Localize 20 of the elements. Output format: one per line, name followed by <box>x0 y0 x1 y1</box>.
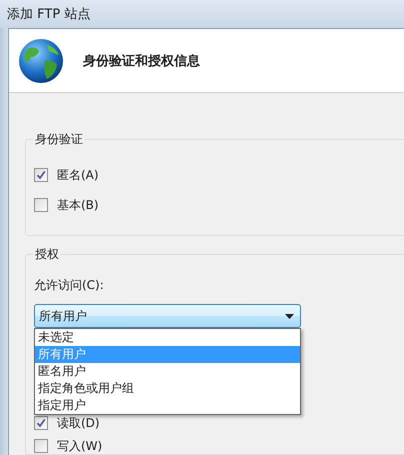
checkbox-label[interactable]: 写入(W) <box>57 438 102 454</box>
checkbox-label[interactable]: 读取(D) <box>57 414 100 432</box>
dropdown-option[interactable]: 指定角色或用户组 <box>35 380 300 397</box>
caret-icon <box>285 314 294 318</box>
group-title: 授权 <box>34 246 60 263</box>
checkbox-label[interactable]: 匿名(A) <box>57 166 99 184</box>
checkbox-label[interactable]: 基本(B) <box>57 196 99 214</box>
group-title: 身份验证 <box>34 131 84 148</box>
globe-icon <box>17 36 65 84</box>
page-heading: 身份验证和授权信息 <box>83 52 200 70</box>
access-dropdown[interactable]: 所有用户 <box>34 304 301 328</box>
checkbox[interactable] <box>34 416 48 430</box>
dropdown-option[interactable]: 匿名用户 <box>35 363 300 380</box>
checkbox[interactable] <box>34 168 48 182</box>
dropdown-option[interactable]: 未选定 <box>35 329 300 346</box>
field-label: 允许访问(C): <box>34 277 105 293</box>
checkbox[interactable] <box>34 439 48 453</box>
checkbox[interactable] <box>34 198 48 212</box>
window-title: 添加 FTP 站点 <box>7 6 90 23</box>
dropdown-option[interactable]: 指定用户 <box>35 397 300 414</box>
